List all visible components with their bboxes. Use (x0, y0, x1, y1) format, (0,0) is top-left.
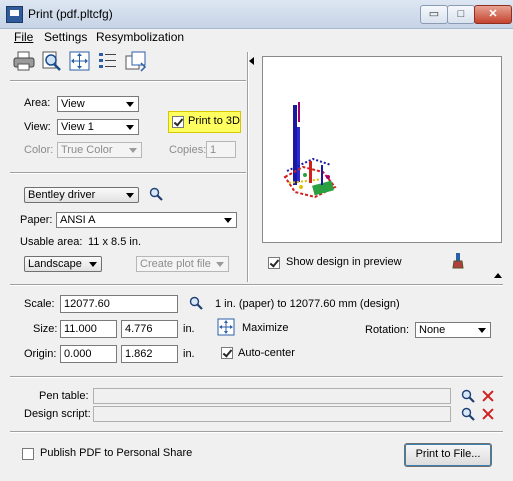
show-design-label: Show design in preview (286, 256, 402, 268)
paper-label: Paper: (20, 214, 53, 226)
chevron-down-icon (126, 193, 134, 198)
origin-unit: in. (183, 348, 195, 360)
copy-button[interactable] (124, 50, 148, 72)
design-script-browse-button[interactable] (461, 407, 475, 424)
pen-table-label: Pen table: (39, 390, 89, 402)
maximize-icon: □ (457, 8, 465, 20)
chevron-down-icon (89, 262, 97, 267)
auto-center-label: Auto-center (238, 347, 295, 359)
origin-y-field[interactable]: 1.862 (121, 345, 178, 363)
scale-field[interactable]: 12077.60 (60, 295, 178, 313)
chevron-down-icon (224, 218, 232, 223)
print-to-3d-checkbox[interactable] (172, 116, 184, 128)
size-width-field[interactable]: 11.000 (60, 320, 117, 338)
chevron-down-icon (478, 328, 486, 333)
view-dropdown[interactable]: View 1 (57, 119, 139, 135)
show-design-checkbox[interactable] (268, 257, 280, 269)
chevron-down-icon (126, 102, 134, 107)
color-dropdown[interactable]: True Color (57, 142, 142, 158)
brush-button[interactable] (451, 253, 465, 272)
menu-file[interactable]: File (14, 28, 33, 46)
size-label: Size: (33, 323, 58, 335)
copy-icon (125, 51, 147, 72)
separator (10, 80, 246, 82)
paper-dropdown[interactable]: ANSI A (56, 212, 237, 228)
publish-pdf-checkbox[interactable] (22, 448, 34, 460)
driver-browse-button[interactable] (149, 187, 163, 204)
collapse-up-icon[interactable] (494, 273, 502, 278)
pen-table-browse-button[interactable] (461, 389, 475, 406)
close-button[interactable]: ✕ (474, 5, 512, 24)
area-label: Area: (24, 97, 51, 109)
search-icon (149, 187, 163, 201)
print-to-3d-label: Print to 3D (188, 115, 240, 127)
maximize-icon (217, 318, 235, 336)
usable-area-label: Usable area: (20, 236, 83, 248)
pen-table-remove-icon[interactable] (482, 390, 494, 402)
design-script-remove-icon[interactable] (482, 408, 494, 420)
auto-center-checkbox[interactable] (221, 347, 233, 359)
vertical-separator (247, 52, 249, 282)
print-button[interactable] (12, 50, 36, 72)
print-preview (262, 56, 502, 243)
scale-label: Scale: (24, 298, 55, 310)
maximize-label: Maximize (242, 322, 289, 334)
close-icon: ✕ (488, 8, 498, 20)
preview-button[interactable] (40, 50, 64, 72)
maximize-button[interactable] (217, 318, 235, 339)
orientation-dropdown[interactable]: Landscape (24, 256, 102, 272)
search-icon (461, 389, 475, 403)
print-to-file-button[interactable]: Print to File... (404, 443, 492, 467)
pen-table-field[interactable] (93, 388, 451, 404)
menu-bar: File Settings Resymbolization (0, 28, 513, 46)
rotation-dropdown[interactable]: None (415, 322, 491, 338)
collapse-left-icon[interactable] (249, 57, 254, 65)
create-plot-file-dropdown[interactable]: Create plot file (136, 256, 229, 272)
origin-x-field[interactable]: 0.000 (60, 345, 117, 363)
paintbrush-icon (452, 253, 464, 269)
separator (10, 284, 503, 286)
minimize-button[interactable]: ▭ (420, 5, 448, 24)
app-icon[interactable] (6, 6, 23, 23)
design-script-label: Design script: (24, 408, 91, 420)
scale-browse-button[interactable] (189, 296, 203, 313)
list-icon (99, 53, 116, 68)
maximize-window-button[interactable]: □ (447, 5, 475, 24)
publish-pdf-label: Publish PDF to Personal Share (40, 447, 193, 459)
rotation-label: Rotation: (365, 324, 410, 336)
fit-button[interactable] (68, 50, 92, 72)
search-icon (461, 407, 475, 421)
view-label: View: (24, 121, 51, 133)
design-script-field[interactable] (93, 406, 451, 422)
origin-label: Origin: (24, 348, 57, 360)
size-unit: in. (183, 323, 195, 335)
window-title: Print (pdf.pltcfg) (28, 7, 113, 21)
area-dropdown[interactable]: View (57, 96, 139, 112)
minimize-icon: ▭ (428, 8, 440, 20)
copies-label: Copies: (169, 144, 207, 156)
separator (10, 172, 246, 174)
design-preview-image (283, 102, 337, 199)
driver-dropdown[interactable]: Bentley driver (24, 187, 139, 203)
chevron-down-icon (216, 262, 224, 267)
color-label: Color: (24, 144, 54, 156)
preview-zoom-icon (42, 51, 61, 71)
usable-area-value: 11 x 8.5 in. (88, 236, 141, 248)
separator (10, 376, 503, 378)
printer-icon (13, 51, 35, 71)
title-bar[interactable]: Print (pdf.pltcfg) ▭ □ ✕ (0, 0, 513, 29)
menu-resymbolization[interactable]: Resymbolization (96, 28, 184, 46)
search-icon (189, 296, 203, 310)
chevron-down-icon (126, 125, 134, 130)
list-button[interactable] (96, 50, 120, 72)
fit-icon (69, 51, 90, 71)
menu-settings[interactable]: Settings (44, 28, 87, 46)
separator (10, 431, 503, 433)
size-height-field[interactable]: 4.776 (121, 320, 178, 338)
copies-field[interactable]: 1 (206, 141, 236, 158)
scale-description: 1 in. (paper) to 12077.60 mm (design) (215, 298, 400, 310)
chevron-down-icon (129, 148, 137, 153)
